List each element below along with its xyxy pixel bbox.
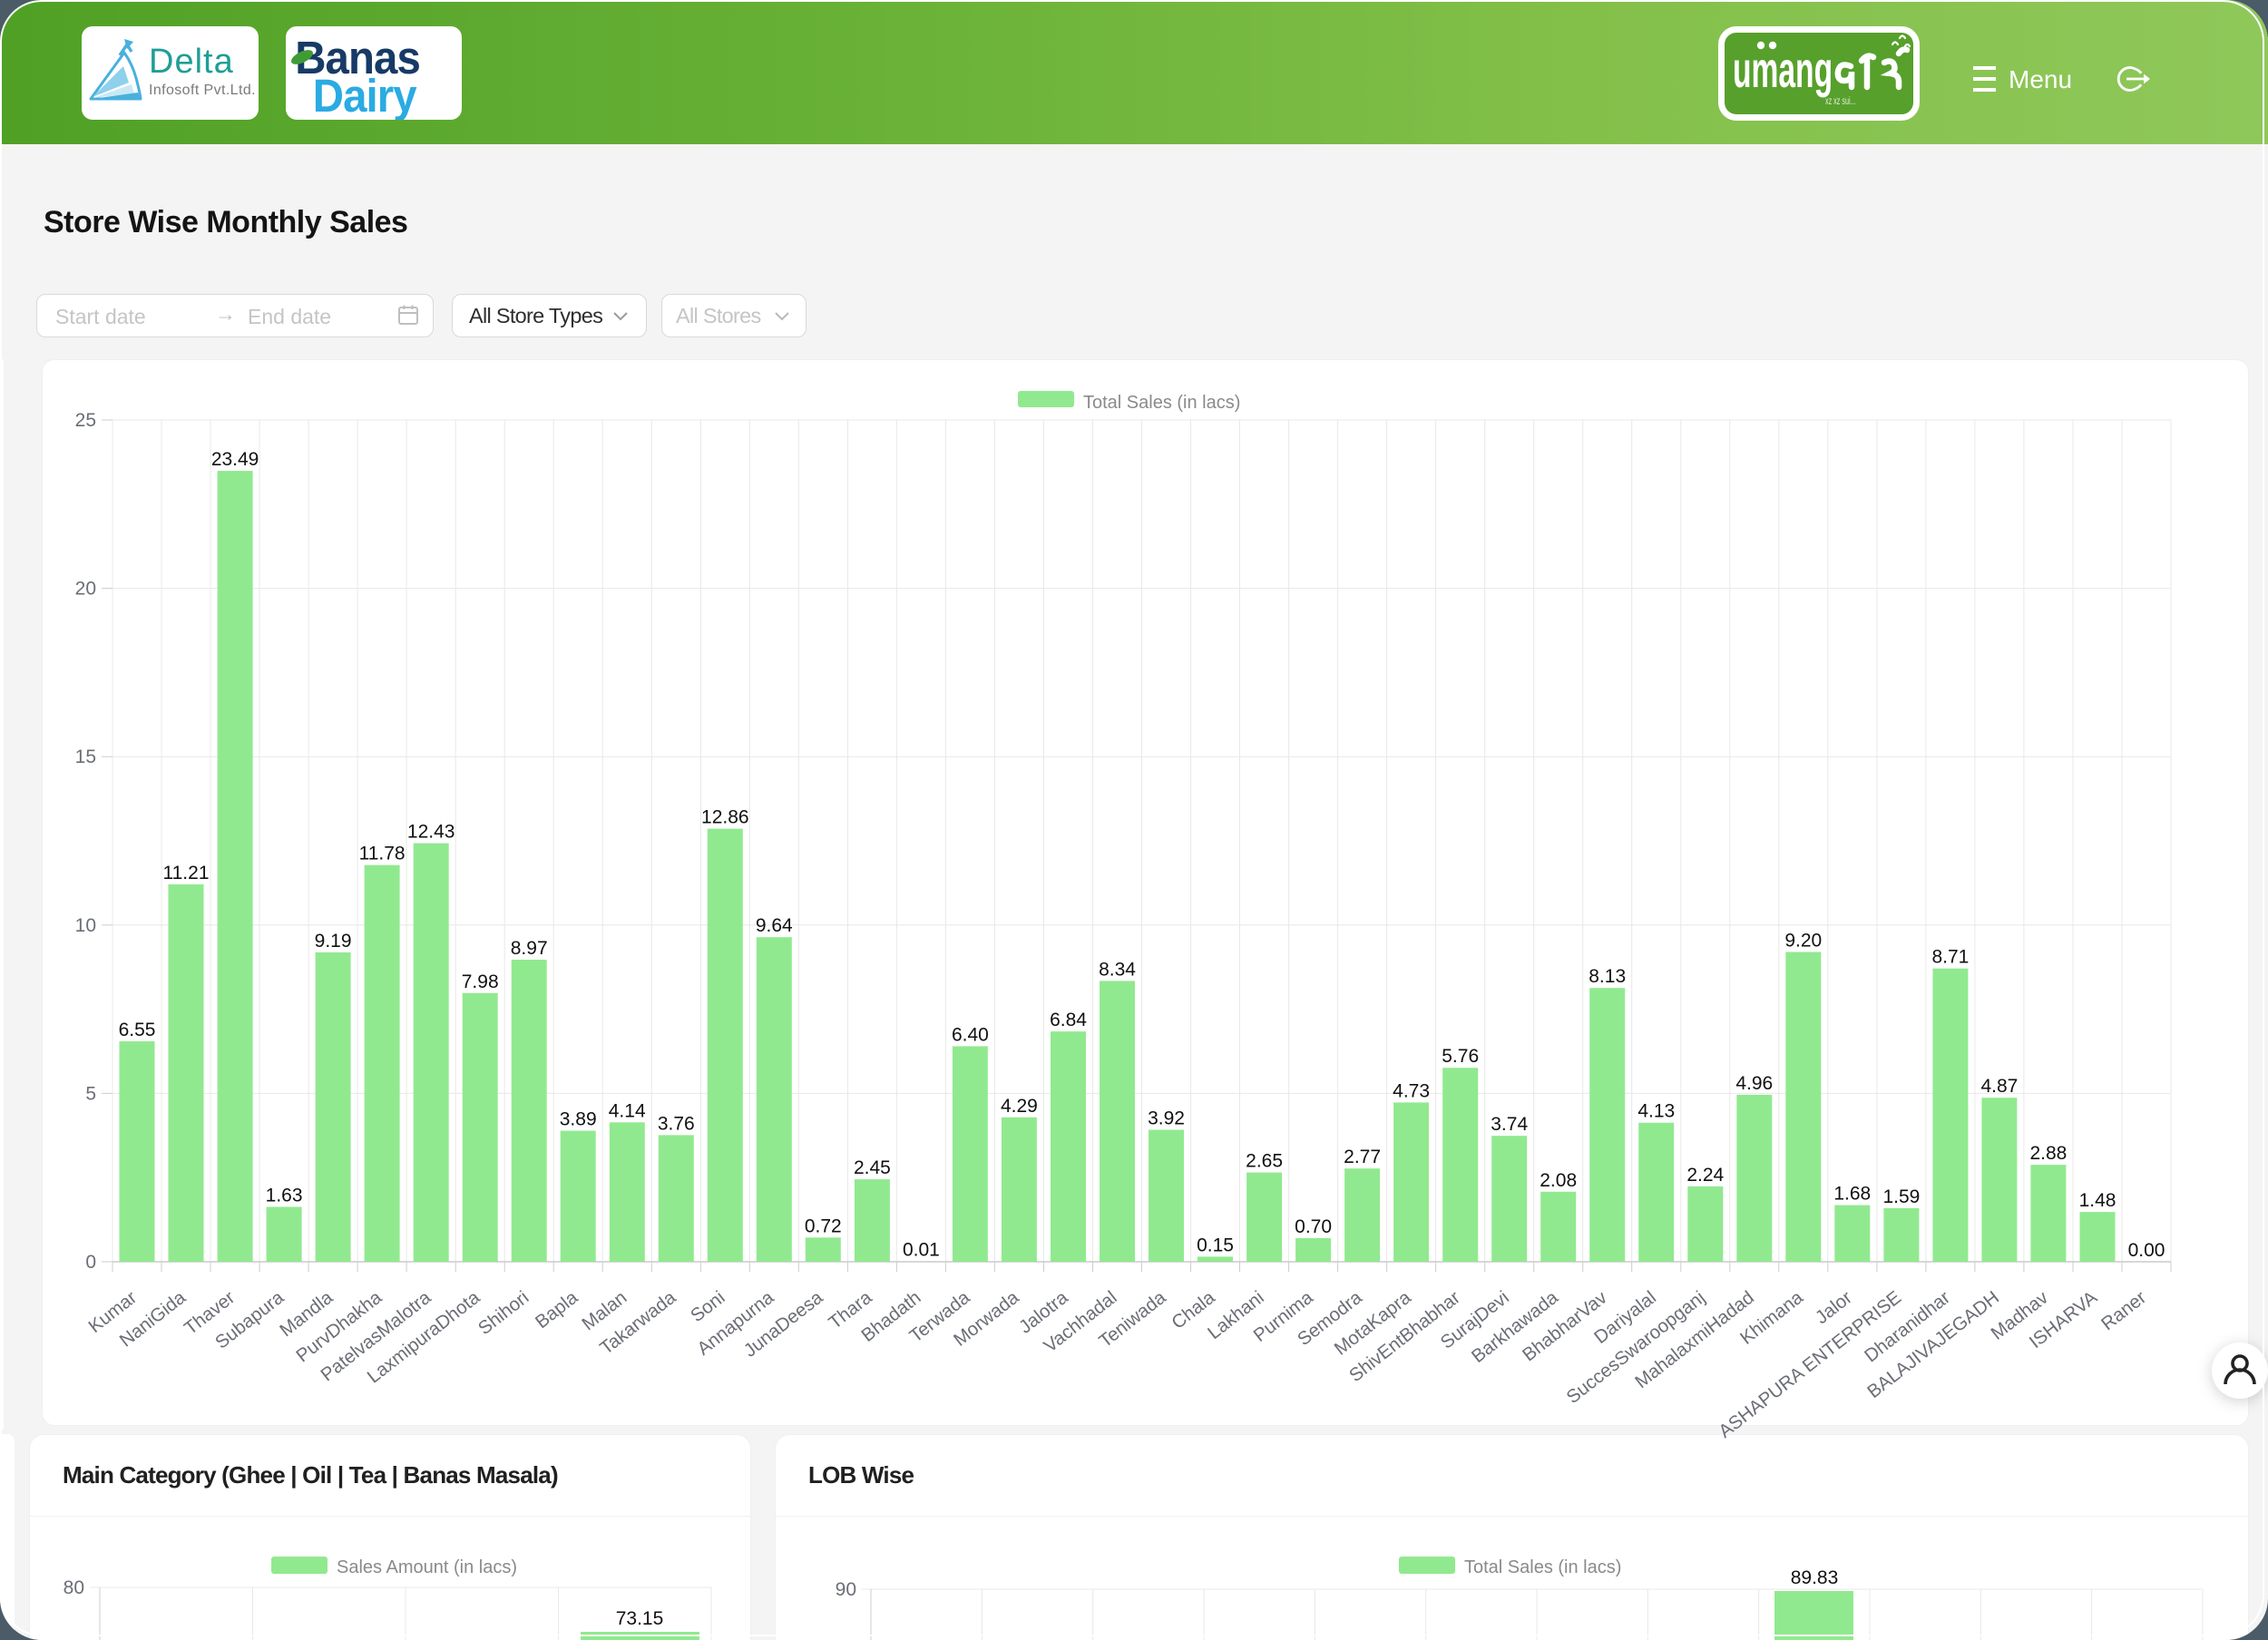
svg-text:Delta: Delta (149, 43, 234, 81)
svg-text:umang: umang (1733, 41, 1833, 98)
svg-text:Dairy: Dairy (313, 70, 417, 120)
svg-text:Infosoft Pvt.Ltd.: Infosoft Pvt.Ltd. (149, 83, 256, 98)
svg-text:xz xz sui...: xz xz sui... (1825, 95, 1856, 107)
